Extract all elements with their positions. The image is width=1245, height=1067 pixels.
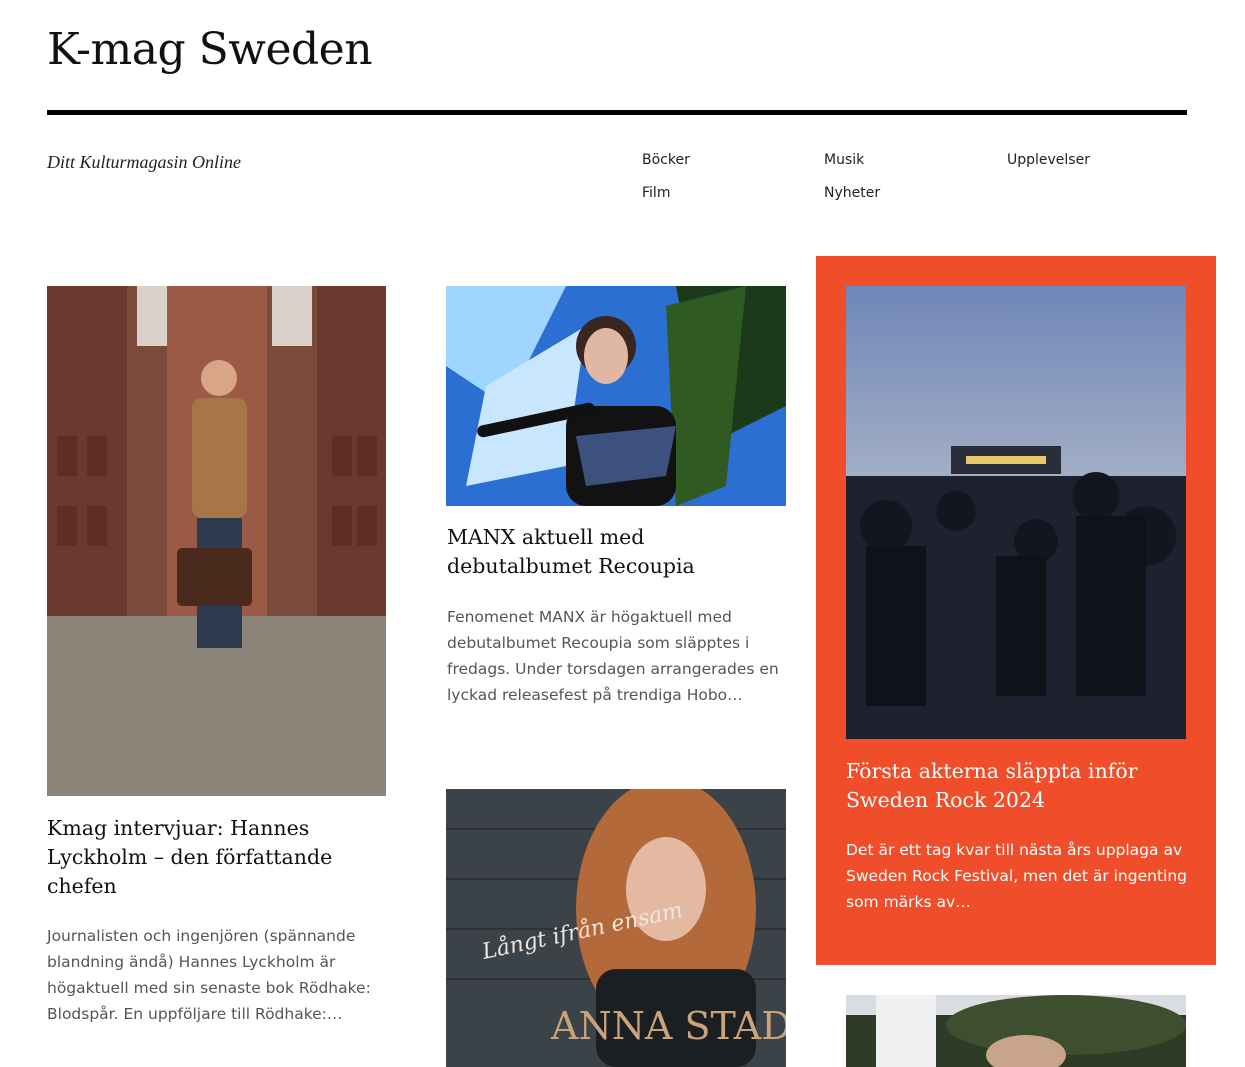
svg-text:ANNA STADLING: ANNA STADLING bbox=[550, 1004, 786, 1048]
photo-outdoor-trees bbox=[846, 995, 1186, 1067]
menu-item-bocker[interactable]: Böcker bbox=[642, 152, 690, 168]
post-image-sweden-rock[interactable] bbox=[846, 286, 1186, 739]
post-image-anna-stadling[interactable]: Långt ifrån ensam ANNA STADLING bbox=[446, 789, 786, 1067]
post-title-hannes-lyckholm[interactable]: Kmag intervjuar: Hannes Lyckholm – den f… bbox=[47, 814, 386, 901]
post-title-sweden-rock[interactable]: Första akterna släppta inför Sweden Rock… bbox=[846, 757, 1186, 815]
photo-man-with-briefcase bbox=[47, 286, 386, 796]
post-image-hannes-lyckholm[interactable] bbox=[47, 286, 386, 796]
site-title[interactable]: K-mag Sweden bbox=[47, 24, 373, 75]
menu-item-film[interactable]: Film bbox=[642, 185, 670, 201]
featured-post-card[interactable]: Första akterna släppta inför Sweden Rock… bbox=[816, 256, 1216, 965]
menu-item-musik[interactable]: Musik bbox=[824, 152, 864, 168]
post-excerpt-manx: Fenomenet MANX är högaktuell med debutal… bbox=[447, 608, 779, 704]
menu-item-upplevelser[interactable]: Upplevelser bbox=[1007, 152, 1090, 168]
photo-festival-crowd bbox=[846, 286, 1186, 739]
album-cover-anna-stadling: Långt ifrån ensam ANNA STADLING bbox=[446, 789, 786, 1067]
photo-singer-with-microphone bbox=[446, 286, 786, 506]
post-image-next[interactable] bbox=[846, 995, 1186, 1067]
post-excerpt-hannes-lyckholm: Journalisten och ingenjören (spännande b… bbox=[47, 927, 371, 1023]
post-image-manx[interactable] bbox=[446, 286, 786, 506]
post-excerpt-sweden-rock: Det är ett tag kvar till nästa års uppla… bbox=[846, 841, 1187, 911]
menu-item-nyheter[interactable]: Nyheter bbox=[824, 185, 880, 201]
post-title-manx[interactable]: MANX aktuell med debutalbumet Recoupia bbox=[447, 523, 777, 581]
header-divider bbox=[47, 110, 1187, 115]
site-tagline: Ditt Kulturmagasin Online bbox=[47, 152, 242, 172]
